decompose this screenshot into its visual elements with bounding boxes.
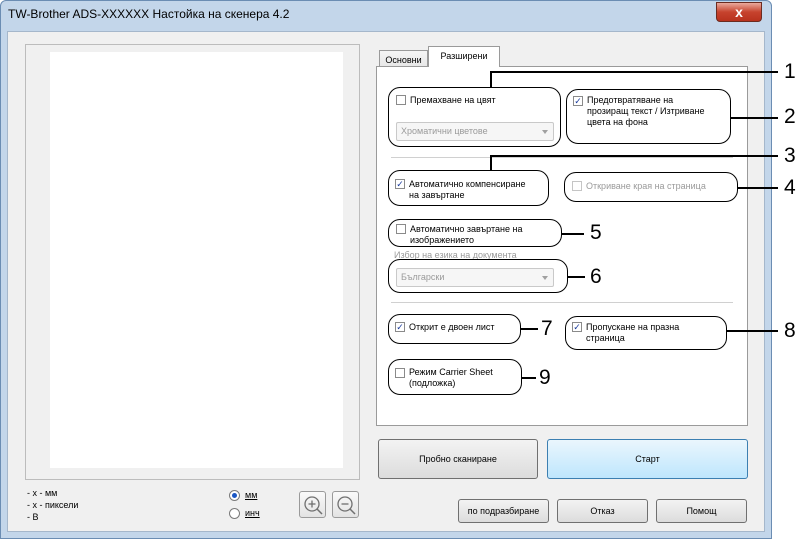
carrier-sheet-label-2: (подложка) [409,378,456,388]
double-feed-label: Открит е двоен лист [409,322,495,332]
leader-8 [727,330,778,332]
leader-3h [490,155,778,157]
chevron-down-icon [542,276,548,280]
radio-inch[interactable] [229,508,240,519]
detect-page-end-checkbox[interactable] [572,181,582,191]
close-button[interactable]: x [716,2,762,22]
leader-3 [490,155,492,171]
auto-rotate-label-1: Автоматично завъртане на [410,224,523,234]
language-select-value: Български [401,272,445,282]
tab-join [429,65,499,68]
leader-1 [490,72,492,88]
auto-deskew-label-2: на завъртане [409,190,465,200]
leader-4 [738,187,778,189]
skip-blank-label-1: Пропускане на празна [586,322,680,332]
color-drop-checkbox[interactable] [396,95,406,105]
leader-1h [490,71,778,73]
cancel-button[interactable]: Отказ [557,499,648,523]
skip-blank-checkbox[interactable]: ✓ [572,322,582,332]
carrier-sheet-label-1: Режим Carrier Sheet [409,367,493,377]
help-button[interactable]: Помощ [656,499,747,523]
leader-5 [562,233,584,235]
start-button[interactable]: Старт [547,439,748,479]
callout-5: 5 [590,221,602,244]
callout-4: 4 [784,176,796,199]
callout-2: 2 [784,105,796,128]
auto-deskew-label-1: Автоматично компенсиране [409,179,526,189]
color-select[interactable]: Хроматични цветове [396,122,554,141]
separator-2 [391,302,733,303]
bleed-through-label-2: прозиращ текст / Изтриване [587,106,705,116]
bleed-through-label-3: цвета на фона [587,117,648,127]
bleed-through-label-1: Предотвратяване на [587,95,674,105]
preview-scan-button[interactable]: Пробно сканиране [378,439,538,479]
radio-inch-label: инч [245,508,260,518]
leader-7 [521,328,538,330]
zoom-in-button[interactable] [299,491,326,518]
double-feed-checkbox[interactable]: ✓ [395,322,405,332]
callout-8: 8 [784,319,796,342]
language-select[interactable]: Български [396,268,554,287]
leader-2 [731,117,778,119]
info-size-mm: - x - мм [27,488,58,498]
separator-1 [391,157,733,158]
color-select-value: Хроматични цветове [401,126,488,136]
callout-1: 1 [784,60,796,83]
default-button[interactable]: по подразбиране [458,499,549,523]
detect-page-end-label: Откриване края на страница [586,181,706,191]
auto-rotate-checkbox[interactable] [396,224,406,234]
callout-3: 3 [784,144,796,167]
radio-mm-label: мм [245,490,258,500]
auto-deskew-checkbox[interactable]: ✓ [395,179,405,189]
callout-7: 7 [541,317,553,340]
info-size-bytes: - B [27,512,39,522]
zoom-out-button[interactable] [332,491,359,518]
bleed-through-checkbox[interactable]: ✓ [573,96,583,106]
carrier-sheet-checkbox[interactable] [395,368,405,378]
skip-blank-label-2: страница [586,333,625,343]
leader-9 [522,377,536,379]
callout-9: 9 [539,366,551,389]
zoom-out-icon [337,496,356,515]
radio-mm[interactable] [229,490,240,501]
zoom-in-icon [304,496,323,515]
callout-6: 6 [590,265,602,288]
color-drop-label: Премахване на цвят [410,95,496,105]
window-title: TW-Brother ADS-XXXXXX Настойка на скенер… [8,7,290,21]
leader-6 [568,276,585,278]
preview-area [50,52,343,468]
info-size-pixels: - x - пиксели [27,500,79,510]
chevron-down-icon [542,130,548,134]
auto-rotate-label-2: изображението [410,235,474,245]
